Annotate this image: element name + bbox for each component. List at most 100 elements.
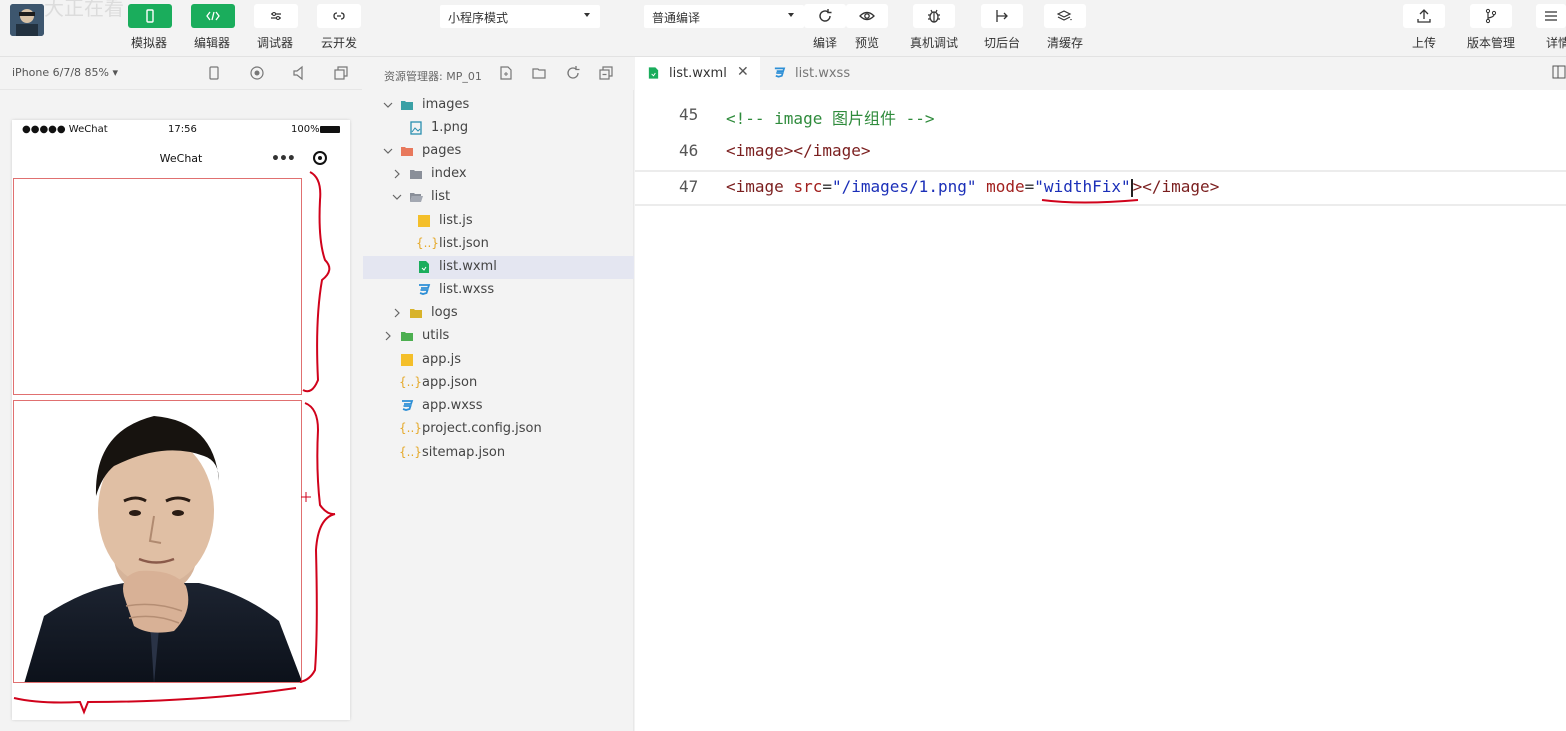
tree-file-listwxml[interactable]: list.wxml — [363, 256, 634, 279]
simulator-area: ●●●●● WeChat 17:56 100% WeChat ••• — [0, 90, 362, 731]
tree-folder-list[interactable]: list — [363, 186, 634, 209]
red-underline-annotation — [1041, 199, 1139, 204]
compile-button[interactable] — [804, 4, 846, 28]
new-folder-icon[interactable] — [531, 65, 547, 81]
detach-window-icon[interactable] — [333, 65, 349, 81]
debugger-toggle-button[interactable] — [254, 4, 298, 28]
code-string: "/images/1.png" — [831, 177, 977, 196]
tree-label: project.config.json — [422, 421, 542, 436]
tree-folder-index[interactable]: index — [363, 163, 634, 186]
top-toolbar: 大正在看 模拟器 编辑器 调试器 云开发 小程序模式 普通编译 编译 预览 真机… — [0, 0, 1566, 57]
chevron-down-icon — [383, 148, 393, 154]
version-management-button[interactable] — [1470, 4, 1512, 28]
code-eq: = — [822, 177, 832, 196]
js-file-icon — [401, 354, 413, 366]
tree-label: list.json — [439, 236, 489, 251]
tree-file-sitemap[interactable]: {..} sitemap.json — [363, 442, 634, 465]
tree-label: utils — [422, 328, 450, 343]
clear-cache-button[interactable] — [1044, 4, 1086, 28]
record-icon[interactable] — [249, 65, 265, 81]
new-file-icon[interactable] — [498, 65, 514, 81]
chevron-right-icon — [385, 331, 391, 341]
device-select[interactable]: iPhone 6/7/8 85% ▾ — [12, 66, 118, 79]
tree-file-listjs[interactable]: list.js — [363, 210, 634, 233]
chevron-down-icon — [383, 102, 393, 108]
tree-folder-utils[interactable]: utils — [363, 325, 634, 348]
sliders-icon — [271, 12, 281, 20]
code-line: 46 <image></image> — [635, 136, 1566, 166]
tree-file-listwxss[interactable]: list.wxss — [363, 279, 634, 302]
code-editor[interactable]: 45 <!-- image 图片组件 --> 46 <image></image… — [635, 90, 1566, 731]
upload-button[interactable] — [1403, 4, 1445, 28]
chevron-down-icon — [392, 194, 402, 200]
line-number: 46 — [679, 141, 699, 160]
simulator-toolbar: iPhone 6/7/8 85% ▾ — [0, 57, 362, 90]
split-editor-icon[interactable] — [1552, 65, 1566, 79]
code-eq: = — [1024, 177, 1035, 196]
phone-icon[interactable] — [206, 65, 222, 81]
upload-label: 上传 — [1411, 36, 1437, 50]
tree-folder-pages[interactable]: pages — [363, 140, 634, 163]
folder-icon — [410, 170, 422, 179]
folder-logs-icon — [410, 309, 422, 318]
tree-label: list — [431, 189, 451, 204]
tab-list-wxss[interactable]: list.wxss — [760, 57, 860, 90]
tree-file-listjson[interactable]: {..} list.json — [363, 233, 634, 256]
tree-folder-images[interactable]: images — [363, 94, 634, 117]
more-dots-icon[interactable]: ••• — [271, 151, 296, 167]
tree-file-1png[interactable]: 1.png — [363, 117, 634, 140]
tree-file-appjson[interactable]: {..} app.json — [363, 372, 634, 395]
tree-file-appjs[interactable]: app.js — [363, 349, 634, 372]
portrait-image — [14, 401, 301, 682]
folder-utils-icon — [401, 332, 413, 341]
device-debug-button[interactable] — [913, 4, 955, 28]
simulator-toggle-button[interactable] — [128, 4, 172, 28]
chevron-right-icon — [394, 308, 400, 318]
tree-label: app.wxss — [422, 398, 483, 413]
editor-toggle-button[interactable] — [191, 4, 235, 28]
explorer-header: 资源管理器: MP_01 — [363, 57, 634, 90]
close-capsule-icon[interactable] — [313, 151, 327, 165]
details-button[interactable] — [1536, 4, 1566, 28]
cloud-dev-button[interactable] — [317, 4, 361, 28]
tree-file-appwxss[interactable]: app.wxss — [363, 395, 634, 418]
volume-icon[interactable] — [291, 65, 307, 81]
wxss-file-icon — [402, 400, 414, 411]
tree-label: list.js — [439, 213, 473, 228]
refresh-icon — [819, 9, 832, 22]
wxml-file-icon — [648, 67, 659, 79]
chevron-down-icon — [788, 13, 794, 17]
code-attr: mode — [986, 177, 1025, 196]
tab-label: list.wxss — [795, 66, 851, 81]
mode-select[interactable]: 小程序模式 — [440, 5, 600, 28]
tree-folder-logs[interactable]: logs — [363, 302, 634, 325]
preview-button[interactable] — [846, 4, 888, 28]
tree-label: 1.png — [431, 120, 469, 135]
code-tag-open: <image — [726, 177, 794, 196]
refresh-icon[interactable] — [565, 65, 581, 81]
version-management-label: 版本管理 — [1466, 36, 1516, 50]
user-avatar[interactable] — [10, 4, 44, 36]
overlay-ghost-text: 大正在看 — [44, 0, 124, 20]
code-content: <image src="/images/1.png" mode="widthFi… — [726, 177, 1219, 197]
folder-pages-icon — [401, 147, 413, 156]
js-file-icon — [418, 215, 430, 227]
file-explorer: images 1.png pages index list list.js {.… — [363, 90, 634, 731]
device-debug-label: 真机调试 — [909, 36, 959, 50]
upload-icon — [1417, 9, 1431, 23]
close-icon[interactable]: ✕ — [737, 64, 749, 80]
collapse-all-icon[interactable] — [598, 65, 614, 81]
clear-cache-label: 清缓存 — [1046, 36, 1084, 50]
tree-label: sitemap.json — [422, 445, 506, 460]
folder-images-icon — [401, 101, 413, 110]
compile-mode-select[interactable]: 普通编译 — [644, 5, 804, 28]
background-label: 切后台 — [983, 36, 1021, 50]
tree-file-projectconfig[interactable]: {..} project.config.json — [363, 418, 634, 441]
tab-list-wxml[interactable]: list.wxml ✕ — [635, 57, 760, 90]
background-button[interactable] — [981, 4, 1023, 28]
code-line: 45 <!-- image 图片组件 --> — [635, 100, 1566, 130]
tree-label: app.js — [422, 352, 461, 367]
status-battery: 100% — [291, 124, 320, 135]
editor-tabs: list.wxml ✕ list.wxss — [635, 57, 1566, 90]
details-label: 详情 — [1546, 36, 1566, 50]
